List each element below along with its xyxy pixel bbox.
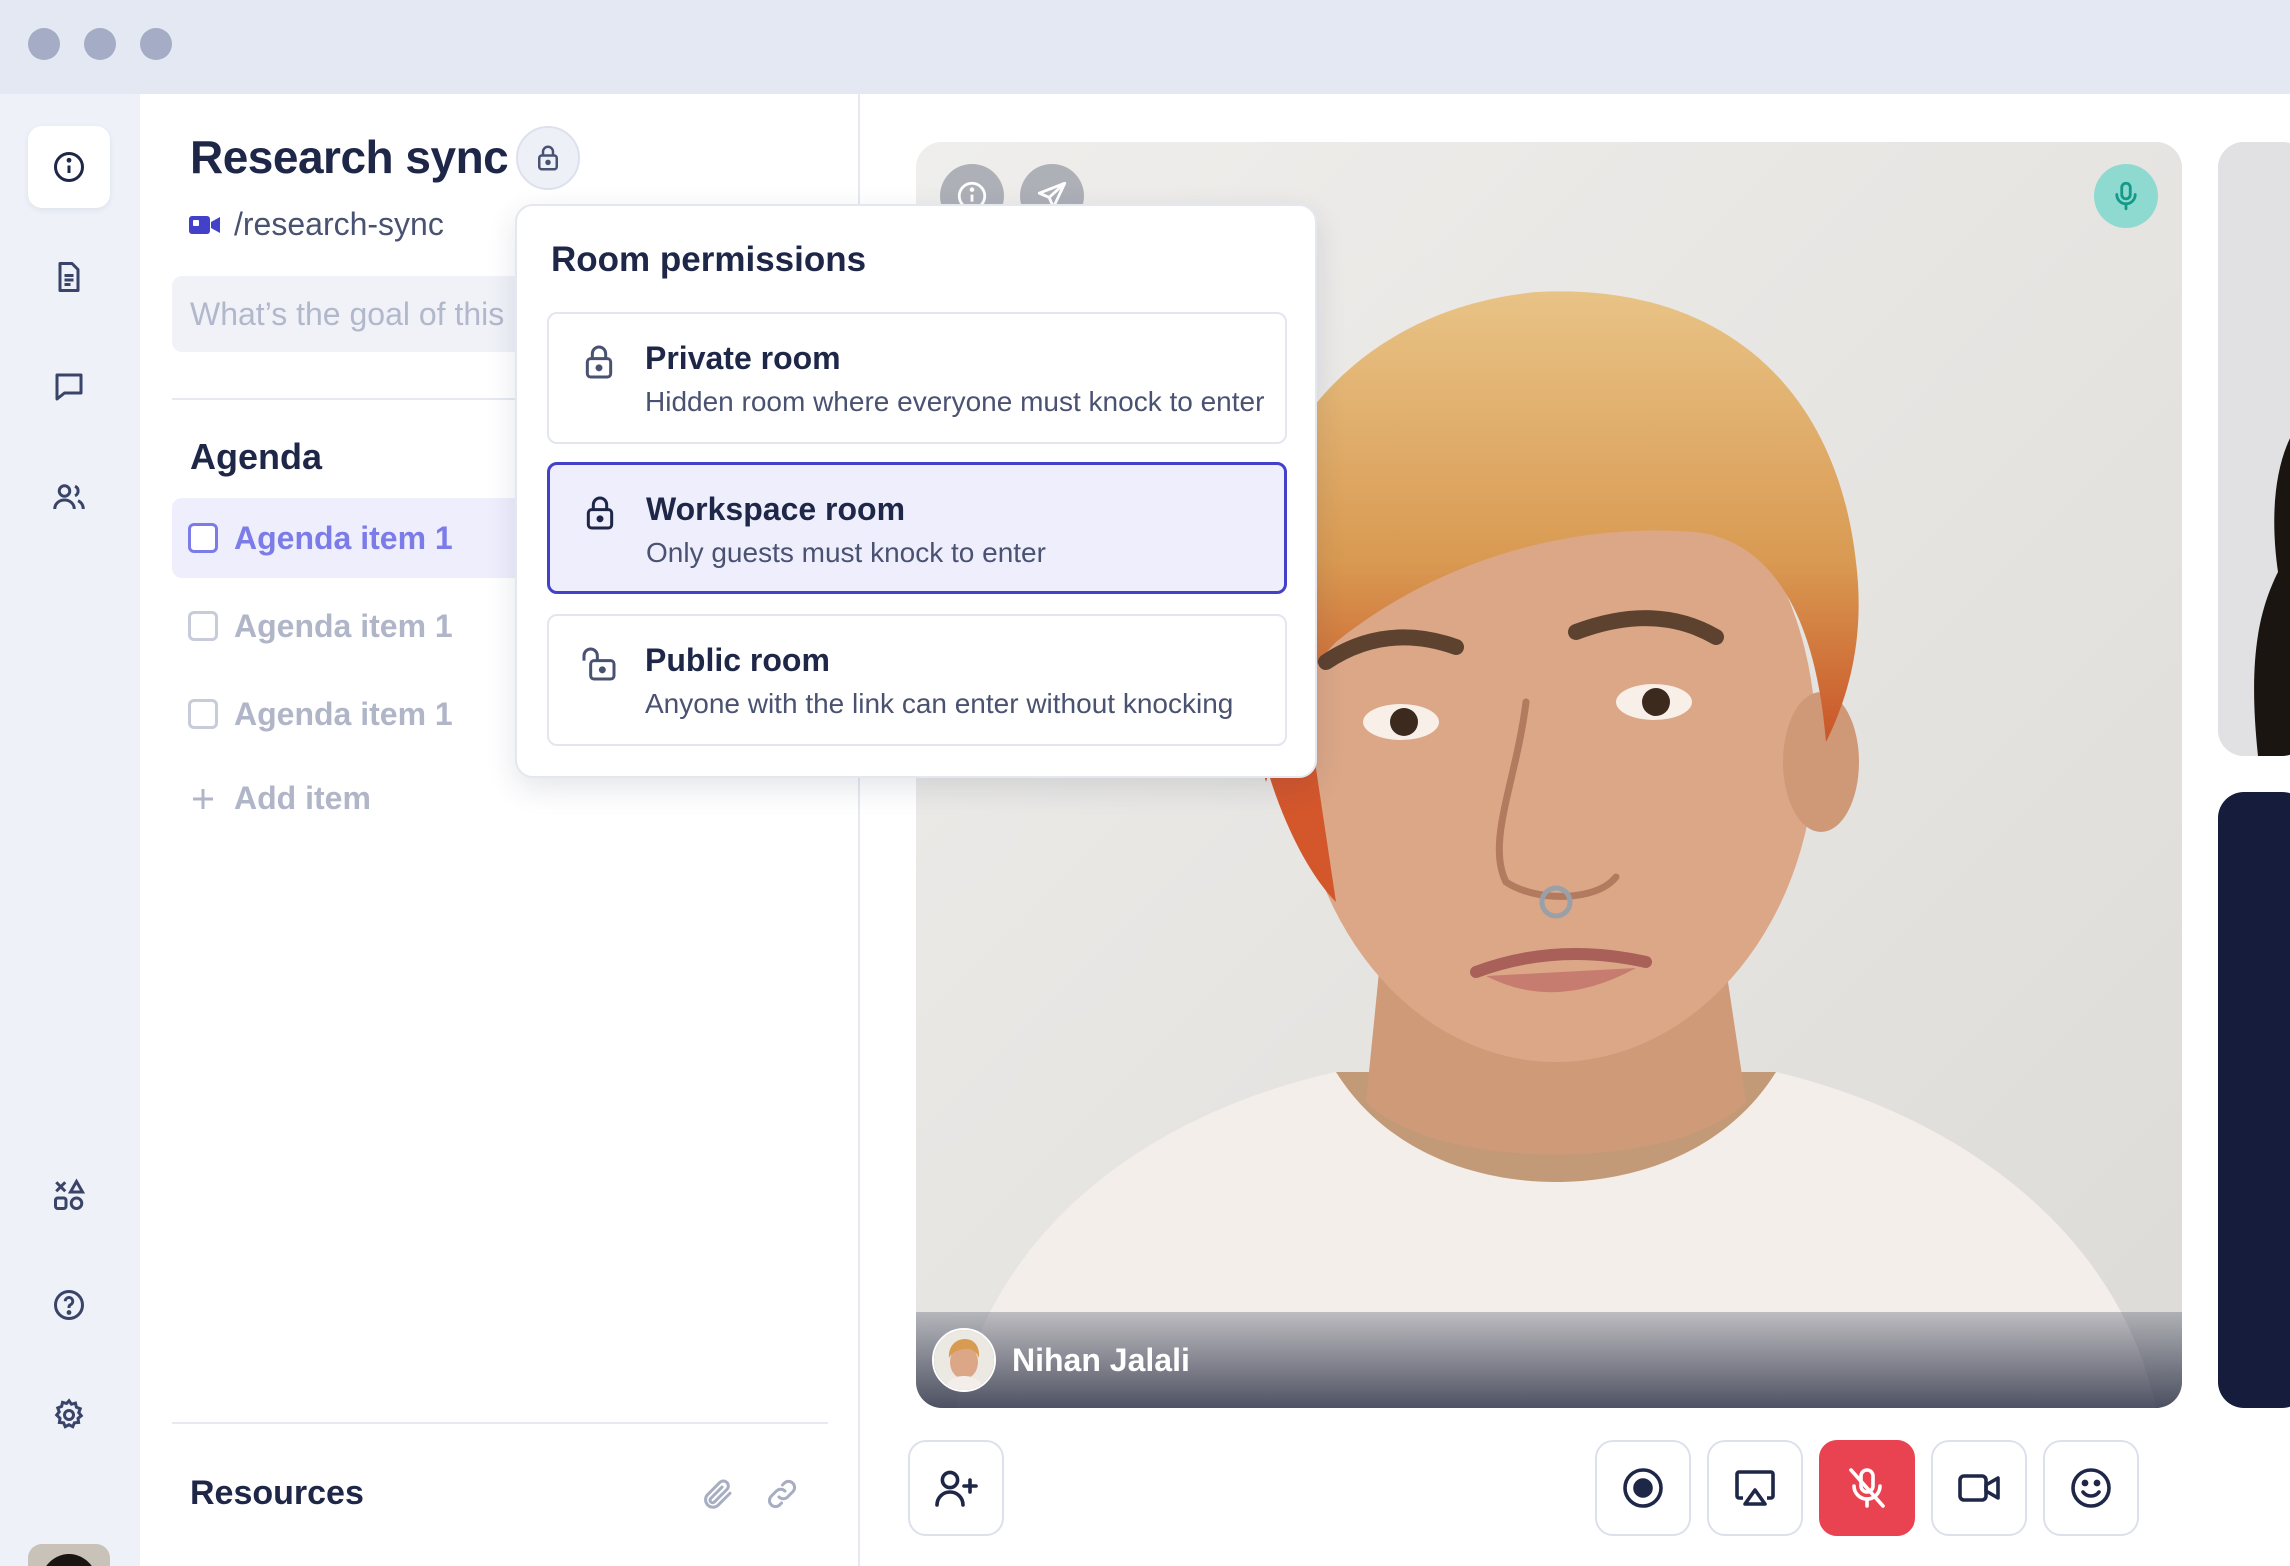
microphone-icon (2115, 181, 2137, 211)
lock-icon (586, 496, 614, 530)
users-icon (53, 484, 85, 510)
participant-video-frame (2218, 142, 2290, 756)
popover-title: Room permissions (551, 240, 867, 279)
record-button[interactable] (1595, 1440, 1691, 1536)
help-icon (54, 1290, 84, 1320)
agenda-item-checkbox[interactable] (188, 523, 218, 553)
permission-option-description: Anyone with the link can enter without k… (645, 688, 1234, 719)
add-agenda-item-button[interactable]: Add item (188, 780, 371, 817)
link-icon[interactable] (764, 1476, 800, 1512)
room-permissions-button[interactable] (516, 126, 580, 190)
agenda-item-label: Agenda item 1 (234, 695, 453, 732)
smiley-icon (2071, 1468, 2111, 1508)
lock-icon (538, 145, 558, 171)
agenda-item-label: Agenda item 1 (234, 607, 453, 644)
unlock-icon (582, 647, 616, 681)
participant-name: Nihan Jalali (1012, 1342, 1190, 1378)
video-camera-icon (1958, 1474, 2000, 1502)
reactions-button[interactable] (2043, 1440, 2139, 1536)
agenda-item-label: Agenda item 1 (234, 519, 453, 556)
window-minimize-button[interactable] (84, 28, 116, 60)
paperclip-icon[interactable] (700, 1476, 736, 1512)
permission-option-description: Only guests must knock to enter (646, 537, 1046, 568)
screen-share-icon (1735, 1470, 1775, 1506)
shapes-icon (54, 1178, 86, 1210)
app-rail (0, 94, 140, 1566)
info-icon (54, 152, 84, 182)
permission-option-description: Hidden room where everyone must knock to… (645, 386, 1265, 417)
window-titlebar (0, 0, 2290, 94)
room-title[interactable]: Research sync (190, 130, 509, 184)
lock-icon (585, 345, 613, 379)
avatar-portrait-image (28, 1544, 110, 1566)
add-item-label: Add item (234, 780, 371, 816)
microphone-off-icon (1849, 1468, 1885, 1508)
room-slug-text: /research-sync (234, 206, 444, 242)
gear-icon (54, 1398, 84, 1429)
permission-option-workspace[interactable]: Workspace room Only guests must knock to… (547, 462, 1287, 594)
rail-people-button[interactable] (28, 456, 110, 538)
camera-toggle-button[interactable] (1931, 1440, 2027, 1536)
window-close-button[interactable] (28, 28, 60, 60)
permission-option-name: Public room (645, 642, 830, 678)
record-icon (1623, 1468, 1663, 1508)
invite-participant-button[interactable] (908, 1440, 1004, 1536)
video-camera-icon (189, 215, 220, 234)
rail-info-button[interactable] (28, 126, 110, 208)
rail-chat-button[interactable] (28, 346, 110, 428)
rail-help-button[interactable] (28, 1264, 110, 1346)
permission-option-private[interactable]: Private room Hidden room where everyone … (547, 312, 1287, 444)
rail-notes-button[interactable] (28, 236, 110, 318)
room-permissions-popover: Room permissions Private room Hidden roo… (515, 204, 1317, 778)
mute-mic-button[interactable] (1819, 1440, 1915, 1536)
speaking-indicator (2094, 164, 2158, 228)
user-avatar[interactable] (28, 1544, 110, 1566)
participant-avatar-image (934, 1330, 994, 1390)
room-link[interactable]: /research-sync (188, 206, 444, 243)
rail-settings-button[interactable] (28, 1374, 110, 1456)
add-user-icon (935, 1470, 978, 1507)
plus-icon (193, 788, 213, 809)
resources-actions (700, 1476, 800, 1512)
window-zoom-button[interactable] (140, 28, 172, 60)
agenda-title: Agenda (190, 436, 323, 477)
chat-icon (55, 373, 83, 401)
permission-option-public[interactable]: Public room Anyone with the link can ent… (547, 614, 1287, 746)
document-icon (58, 262, 80, 292)
agenda-item-checkbox[interactable] (188, 699, 218, 729)
participant-name-bar: Nihan Jalali (916, 1312, 2182, 1408)
waiting-room-tile (2218, 792, 2290, 1408)
participant-video-tile-secondary[interactable] (2218, 142, 2290, 756)
agenda-item-checkbox[interactable] (188, 611, 218, 641)
share-screen-button[interactable] (1707, 1440, 1803, 1536)
permission-option-name: Private room (645, 340, 841, 376)
rail-apps-button[interactable] (28, 1154, 110, 1236)
permission-option-name: Workspace room (646, 491, 906, 527)
participant-avatar (932, 1328, 996, 1392)
panel-divider (172, 1422, 828, 1424)
resources-title: Resources (190, 1474, 364, 1512)
